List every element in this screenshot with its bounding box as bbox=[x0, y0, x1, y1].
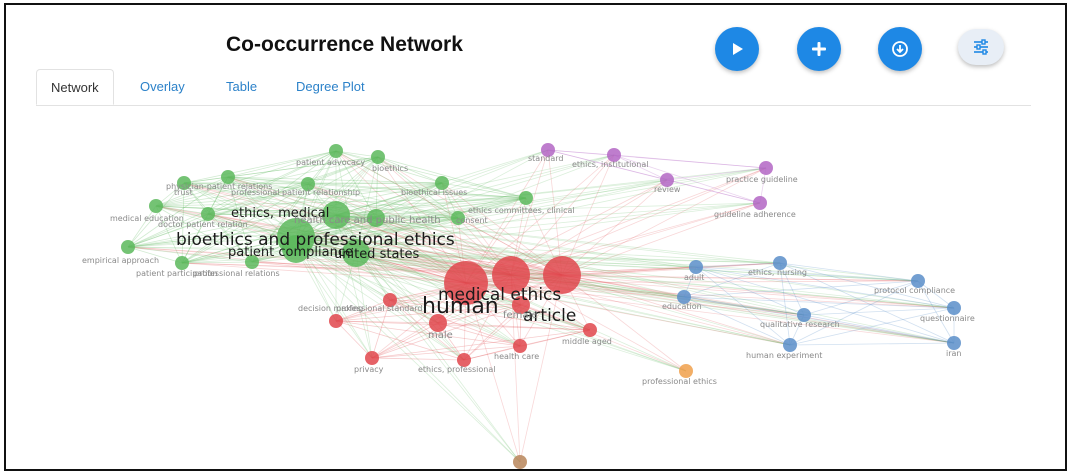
node-label: bioethics bbox=[372, 164, 408, 173]
network-node[interactable] bbox=[329, 314, 343, 328]
node-label: guideline adherence bbox=[714, 210, 796, 219]
download-icon bbox=[892, 41, 908, 57]
tab-degree-plot[interactable]: Degree Plot bbox=[282, 69, 379, 105]
node-label: male bbox=[428, 330, 453, 341]
network-node[interactable] bbox=[513, 339, 527, 353]
network-node[interactable] bbox=[583, 323, 597, 337]
sliders-icon bbox=[974, 39, 988, 55]
network-node[interactable] bbox=[513, 455, 527, 469]
node-label: trust bbox=[174, 188, 193, 197]
network-canvas[interactable]: bioethics and professional ethicsethics,… bbox=[6, 105, 1066, 470]
plus-icon bbox=[812, 42, 826, 56]
node-label: ethics, professional bbox=[418, 365, 495, 374]
play-icon bbox=[733, 43, 743, 55]
network-node[interactable] bbox=[329, 144, 343, 158]
node-label: ethics, institutional bbox=[572, 160, 648, 169]
network-node[interactable] bbox=[947, 336, 961, 350]
network-node[interactable] bbox=[759, 161, 773, 175]
node-label: ethics committees, clinical bbox=[468, 206, 575, 215]
node-label: qualitative research bbox=[760, 320, 840, 329]
node-label: iran bbox=[946, 349, 961, 358]
network-node[interactable] bbox=[679, 364, 693, 378]
node-label: health care and public health bbox=[294, 215, 441, 226]
node-label: professional ethics bbox=[642, 377, 717, 386]
network-node[interactable] bbox=[519, 191, 533, 205]
node-label: professional aspects bbox=[474, 468, 556, 470]
node-label: professional relations bbox=[194, 269, 280, 278]
tab-bar: Network Overlay Table Degree Plot bbox=[36, 69, 1031, 106]
network-node[interactable] bbox=[753, 196, 767, 210]
node-label: middle aged bbox=[562, 337, 612, 346]
node-label: ethics, nursing bbox=[748, 268, 807, 277]
tab-network[interactable]: Network bbox=[36, 69, 114, 105]
node-label: protocol compliance bbox=[874, 286, 955, 295]
network-node[interactable] bbox=[689, 260, 703, 274]
network-node[interactable] bbox=[365, 351, 379, 365]
node-label: consent bbox=[456, 216, 488, 225]
node-label: human experiment bbox=[746, 351, 822, 360]
node-label: privacy bbox=[354, 365, 384, 374]
node-label: professional standard bbox=[336, 304, 423, 313]
node-label: questionnaire bbox=[920, 314, 975, 323]
network-edge bbox=[695, 262, 781, 268]
node-label: bioethical issues bbox=[401, 188, 467, 197]
node-label: education bbox=[662, 302, 702, 311]
node-label: united states bbox=[334, 247, 420, 262]
network-node[interactable] bbox=[121, 240, 135, 254]
node-label: health care bbox=[494, 352, 539, 361]
node-label: female bbox=[503, 310, 537, 321]
app-frame: Co-occurrence Network Network Overlay Ta… bbox=[4, 3, 1067, 471]
node-label: practice guideline bbox=[726, 175, 798, 184]
network-node[interactable] bbox=[175, 256, 189, 270]
node-label: review bbox=[654, 185, 681, 194]
download-button[interactable] bbox=[878, 27, 922, 71]
network-edge bbox=[789, 342, 955, 346]
network-node[interactable] bbox=[947, 301, 961, 315]
tab-overlay[interactable]: Overlay bbox=[126, 69, 199, 105]
play-button[interactable] bbox=[715, 27, 759, 71]
network-node[interactable] bbox=[371, 150, 385, 164]
node-label: professional patient relationship bbox=[231, 188, 360, 197]
node-label: empirical approach bbox=[82, 256, 159, 265]
network-node[interactable] bbox=[201, 207, 215, 221]
settings-button[interactable] bbox=[958, 29, 1004, 65]
network-node[interactable] bbox=[149, 199, 163, 213]
node-label: adult bbox=[684, 273, 704, 282]
page-title: Co-occurrence Network bbox=[226, 33, 463, 56]
node-label: patient advocacy bbox=[296, 158, 365, 167]
network-node[interactable] bbox=[783, 338, 797, 352]
node-label: human bbox=[422, 294, 499, 319]
tab-table[interactable]: Table bbox=[212, 69, 271, 105]
add-button[interactable] bbox=[797, 27, 841, 71]
node-label: doctor patient relation bbox=[158, 220, 248, 229]
node-label: standard bbox=[528, 154, 563, 163]
